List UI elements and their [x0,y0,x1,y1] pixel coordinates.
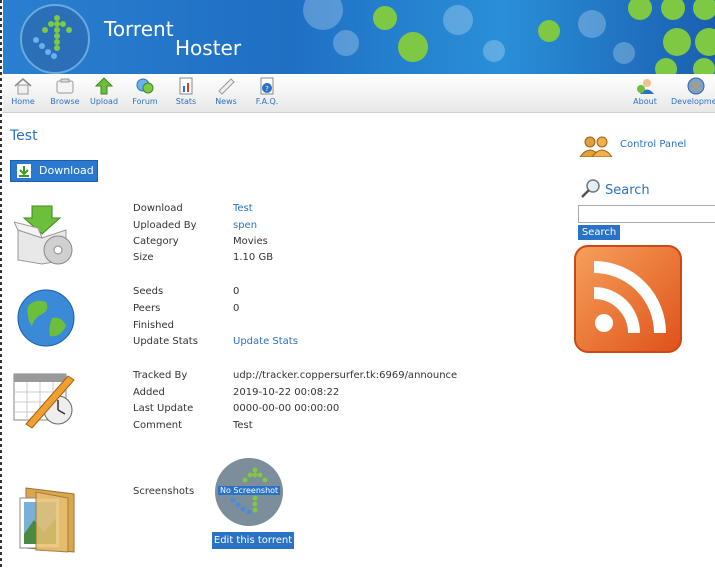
detail-label: Download [133,203,183,214]
about-icon [637,79,654,94]
category-value: Movies [233,236,268,247]
faq-icon: ? [260,77,274,95]
last-update-value: 0000-00-00 00:00:00 [233,403,340,414]
nav-item-news[interactable]: News [206,76,246,107]
search-button[interactable]: Search [578,225,620,240]
nav-item-stats[interactable]: Stats [166,76,206,107]
nav-label: News [215,97,237,106]
nav-label: Home [11,97,35,106]
download-button[interactable]: Download [10,160,98,182]
calendar-clock-icon [12,370,78,434]
globe-icon [16,288,76,352]
tracker-value: udp://tracker.coppersurfer.tk:6969/annou… [233,370,458,381]
control-panel-icon[interactable] [578,135,614,161]
detail-label: Comment [133,420,182,431]
torrent-title: Test [10,128,38,144]
detail-label: Uploaded By [133,220,197,231]
screenshots-label: Screenshots [133,486,195,497]
edit-torrent-button[interactable]: Edit this torrent [212,532,294,549]
stats-icon [179,77,193,95]
size-value: 1.10 GB [233,252,274,263]
download-icon [17,164,31,178]
nav-item-upload[interactable]: Upload [84,76,124,107]
nav-item-browse[interactable]: Browse [45,76,85,107]
added-value: 2019-10-22 00:08:22 [233,387,340,398]
download-button-label: Download [39,164,94,177]
nav-label: Stats [175,97,197,106]
search-icon [581,179,600,198]
folder-image-icon [18,484,78,560]
nav-item-forum[interactable]: Forum [125,76,165,107]
upload-icon [94,77,114,95]
peers-value: 0 [233,303,240,314]
home-icon [14,78,32,95]
logo-icon[interactable] [20,4,90,74]
detail-label: Size [133,252,154,263]
nav-item-home[interactable]: Home [3,76,43,107]
nav-label: Upload [89,97,119,106]
detail-label: Seeds [133,286,164,297]
detail-label: Last Update [133,403,194,414]
browse-icon [56,78,74,94]
control-panel-link[interactable]: Control Panel [620,139,686,150]
comment-value: Test [233,420,253,431]
search-heading: Search [605,183,650,198]
brand-name-line1: Torrent [104,17,174,41]
download-link[interactable]: Test [233,203,253,214]
page-border [0,0,2,569]
site-header: Torrent Hoster [3,0,715,74]
detail-label: Finished [133,320,174,331]
news-icon [218,78,235,95]
update-stats-link[interactable]: Update Stats [233,336,298,347]
detail-label: Peers [133,303,161,314]
nav-label: About [633,97,657,106]
uploader-link[interactable]: spen [233,220,257,231]
detail-label: Tracked By [133,370,188,381]
main-nav: Home Browse Upload Forum Stats News ? F.… [3,74,715,113]
rss-icon[interactable] [574,245,682,353]
nav-item-development[interactable]: Development [671,76,715,107]
no-screenshot-label: No Screenshot [218,486,281,495]
search-input[interactable] [578,205,715,223]
nav-label: Forum [132,97,158,106]
detail-label: Added [133,387,165,398]
package-icon [13,204,78,270]
development-icon [687,77,705,95]
nav-label: Development [671,97,715,106]
brand-name-line2: Hoster [175,36,242,60]
seeds-value: 0 [233,286,240,297]
nav-label: Browse [50,97,80,106]
nav-item-about[interactable]: About [625,76,665,107]
svg-text:?: ? [265,85,269,93]
nav-item-faq[interactable]: ? F.A.Q. [247,76,287,107]
detail-label: Category [133,236,179,247]
detail-label: Update Stats [133,336,198,347]
forum-icon [136,78,154,94]
nav-label: F.A.Q. [255,97,279,106]
